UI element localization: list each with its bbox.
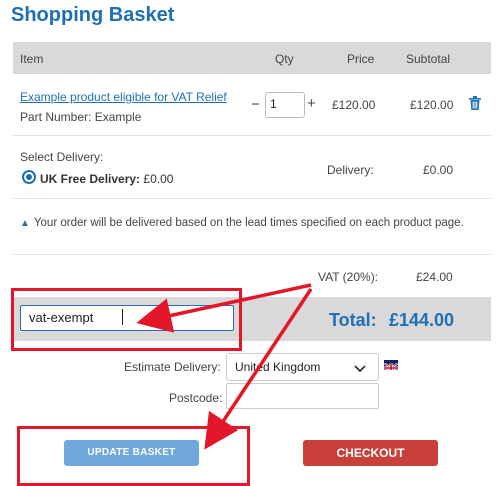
annotation-box-update-button <box>17 426 250 486</box>
delivery-summary-label: Delivery: <box>327 163 374 177</box>
select-delivery-label: Select Delivery: <box>20 150 104 164</box>
delivery-option-price: £0.00 <box>143 172 174 186</box>
product-link[interactable]: Example product eligible for VAT Relief <box>20 90 227 104</box>
header-subtotal: Subtotal <box>406 52 451 66</box>
quantity-value: 1 <box>270 97 277 111</box>
table-header: Item Qty Price Subtotal <box>13 42 491 74</box>
uk-flag-icon <box>384 360 398 370</box>
divider <box>13 135 491 136</box>
item-price: £120.00 <box>332 98 376 112</box>
delivery-option[interactable]: UK Free Delivery: £0.00 <box>40 172 173 186</box>
trash-icon[interactable] <box>469 96 481 115</box>
postcode-input[interactable] <box>226 383 379 409</box>
item-subtotal: £120.00 <box>410 98 454 112</box>
annotation-box-vat-input <box>11 288 242 351</box>
delivery-option-label: UK Free Delivery: <box>40 172 141 186</box>
header-qty: Qty <box>275 52 294 66</box>
postcode-label: Postcode: <box>169 391 223 405</box>
divider <box>13 198 491 199</box>
total-label: Total: <box>329 310 377 330</box>
notice-text: Your order will be delivered based on th… <box>33 217 464 229</box>
page-title: Shopping Basket <box>11 4 175 26</box>
country-select-value: United Kingdom <box>235 360 321 374</box>
divider <box>13 254 491 255</box>
checkout-button[interactable]: CHECKOUT <box>303 440 438 466</box>
vat-label: VAT (20%): <box>318 270 379 284</box>
part-number: Part Number: Example <box>20 110 142 124</box>
triangle-up-icon: ▲ <box>20 218 30 229</box>
header-item: Item <box>20 52 44 66</box>
estimate-delivery-label: Estimate Delivery: <box>124 360 221 374</box>
qty-decrease-button[interactable]: − <box>251 96 260 113</box>
header-price: Price <box>347 52 375 66</box>
total-value: £144.00 <box>389 310 455 330</box>
vat-value: £24.00 <box>416 270 453 284</box>
qty-increase-button[interactable]: + <box>307 95 316 112</box>
delivery-summary-value: £0.00 <box>423 163 454 177</box>
lead-time-notice: ▲ Your order will be delivered based on t… <box>20 215 480 232</box>
delivery-radio[interactable] <box>22 170 36 184</box>
chevron-down-icon <box>354 360 366 378</box>
